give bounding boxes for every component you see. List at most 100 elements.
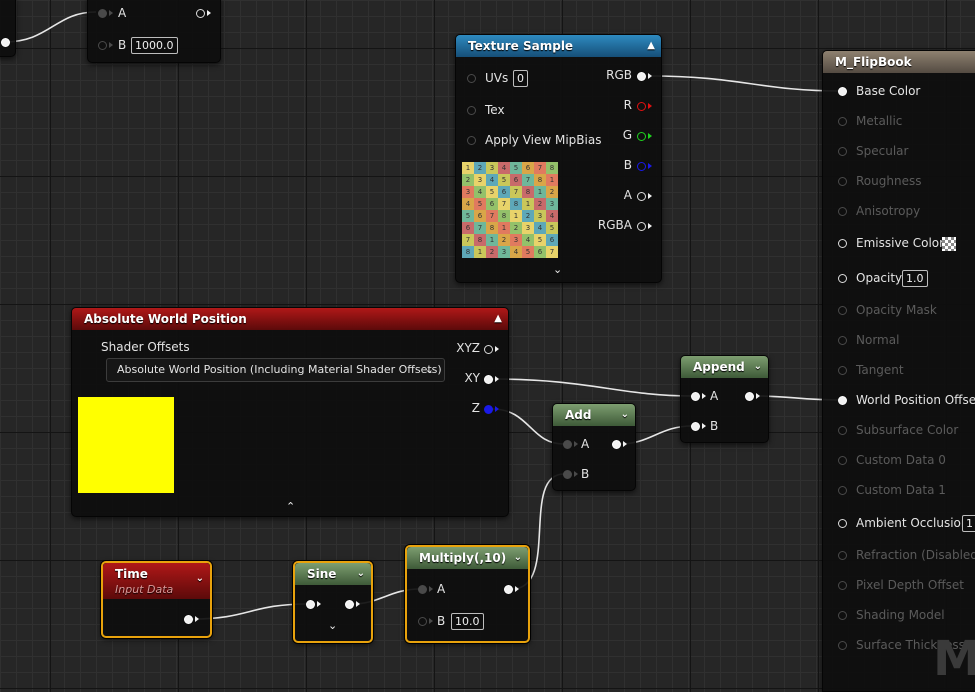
material-input-pin[interactable]: [838, 207, 847, 216]
node-header[interactable]: Multiply(,10) ⌄: [407, 547, 528, 569]
mipbias-input-pin[interactable]: [467, 136, 476, 145]
pin-b-label: B: [581, 467, 590, 481]
shader-offsets-label: Shader Offsets: [101, 340, 190, 354]
output-pin[interactable]: [345, 600, 354, 609]
pin-a-label: A: [710, 389, 719, 403]
material-input-label: Emissive Color: [856, 236, 945, 250]
texture-tile: 3: [486, 162, 498, 174]
pin-b-input[interactable]: [98, 41, 107, 50]
output-pin[interactable]: [504, 585, 513, 594]
expand-chevron-icon[interactable]: ⌄: [553, 263, 562, 276]
sine-node[interactable]: Sine ⌄ ⌄: [293, 561, 373, 643]
material-result-node[interactable]: M_FlipBook Base Color Metallic Specular Rou…: [822, 50, 975, 692]
pin-a-input[interactable]: [691, 392, 700, 401]
material-input-value[interactable]: 1.0: [902, 270, 928, 287]
node-header[interactable]: Append ⌄: [681, 356, 768, 378]
texture-tile: 2: [510, 222, 522, 234]
output-pin[interactable]: [184, 615, 193, 624]
texture-tile: 2: [474, 162, 486, 174]
node-header[interactable]: Add ⌄: [553, 404, 635, 426]
pin-b-label: B: [437, 614, 446, 628]
material-input-pin[interactable]: [838, 581, 847, 590]
texture-tile: 2: [486, 246, 498, 258]
pin-a-input[interactable]: [418, 585, 427, 594]
material-input-pin[interactable]: [838, 611, 847, 620]
output-pin[interactable]: [745, 392, 754, 401]
time-node[interactable]: Time Input Data ⌄: [101, 561, 212, 638]
shader-offsets-dropdown[interactable]: Absolute World Position (Including Mater…: [106, 358, 445, 382]
material-input-label: Ambient Occlusion: [856, 516, 969, 530]
r-output-pin[interactable]: [637, 102, 646, 111]
material-input-pin[interactable]: [838, 486, 847, 495]
material-input-value[interactable]: 1: [962, 515, 975, 532]
texture-tile: 1: [462, 162, 474, 174]
collapse-chevron-icon[interactable]: ▲: [647, 35, 655, 57]
top-left-node[interactable]: A B 1000.0: [87, 0, 221, 63]
material-input-label: Pixel Depth Offset: [856, 578, 964, 592]
absolute-world-position-node[interactable]: Absolute World Position ▲ Shader Offsets…: [71, 307, 509, 517]
material-input-pin[interactable]: [838, 147, 847, 156]
chevron-down-icon[interactable]: ⌄: [514, 547, 522, 569]
chevron-down-icon[interactable]: ⌄: [196, 571, 204, 587]
rgba-output-pin[interactable]: [637, 222, 646, 231]
material-input-pin[interactable]: [838, 87, 847, 96]
color-swatch-icon[interactable]: [942, 237, 956, 251]
chevron-down-icon[interactable]: ⌄: [621, 404, 629, 426]
chevron-down-icon[interactable]: ⌄: [357, 563, 365, 585]
rgb-output-pin[interactable]: [637, 72, 646, 81]
a-output-pin[interactable]: [637, 192, 646, 201]
uvs-input-pin[interactable]: [467, 74, 476, 83]
material-input-pin[interactable]: [838, 551, 847, 560]
material-input-pin[interactable]: [838, 456, 847, 465]
collapse-chevron-icon[interactable]: ⌃: [286, 500, 295, 513]
pin-b-input[interactable]: [691, 422, 700, 431]
input-pin[interactable]: [306, 600, 315, 609]
texture-preview-thumbnail: 1234567823456781345678124567812356781234…: [462, 162, 558, 258]
z-output-pin[interactable]: [484, 405, 493, 414]
material-input-pin[interactable]: [838, 274, 847, 283]
texture-tile: 4: [462, 198, 474, 210]
node-header[interactable]: M_FlipBook: [823, 51, 975, 73]
output-pin[interactable]: [196, 9, 205, 18]
tex-input-pin[interactable]: [467, 106, 476, 115]
material-input-pin[interactable]: [838, 177, 847, 186]
output-pin[interactable]: [1, 38, 10, 47]
pin-a-input[interactable]: [563, 440, 572, 449]
texture-tile: 4: [510, 246, 522, 258]
b-value-field[interactable]: 10.0: [451, 613, 484, 630]
material-input-pin[interactable]: [838, 366, 847, 375]
uvs-value-field[interactable]: 0: [513, 70, 528, 87]
material-input-pin[interactable]: [838, 641, 847, 650]
material-input-pin[interactable]: [838, 336, 847, 345]
material-input-pin[interactable]: [838, 117, 847, 126]
material-input-pin[interactable]: [838, 239, 847, 248]
multiply-node[interactable]: Multiply(,10) ⌄ A B 10.0: [405, 545, 530, 643]
material-input-pin[interactable]: [838, 396, 847, 405]
b-output-pin[interactable]: [637, 162, 646, 171]
collapse-chevron-icon[interactable]: ▲: [494, 308, 502, 330]
material-input-pin[interactable]: [838, 306, 847, 315]
output-pin[interactable]: [612, 440, 621, 449]
pin-b-input[interactable]: [418, 617, 427, 626]
node-header[interactable]: Sine ⌄: [295, 563, 371, 585]
pin-a-input[interactable]: [98, 9, 107, 18]
node-header[interactable]: Time Input Data ⌄: [103, 563, 210, 599]
material-input-label: Subsurface Color: [856, 423, 959, 437]
expand-chevron-icon[interactable]: ⌄: [328, 619, 337, 632]
add-node[interactable]: Add ⌄ A B: [552, 403, 636, 491]
chevron-down-icon[interactable]: ⌄: [754, 356, 762, 378]
node-header[interactable]: Texture Sample ▲: [456, 35, 661, 57]
texture-tile: 6: [486, 198, 498, 210]
b-value-field[interactable]: 1000.0: [131, 37, 178, 54]
append-node[interactable]: Append ⌄ A B: [680, 355, 769, 443]
g-output-pin[interactable]: [637, 132, 646, 141]
material-input-label: World Position Offset: [856, 393, 975, 407]
pin-b-input[interactable]: [563, 470, 572, 479]
material-input-pin[interactable]: [838, 519, 847, 528]
node-header[interactable]: Absolute World Position ▲: [72, 308, 508, 330]
material-input-pin[interactable]: [838, 426, 847, 435]
partial-left-node[interactable]: [0, 0, 16, 57]
xyz-output-pin[interactable]: [484, 345, 493, 354]
xy-output-pin[interactable]: [484, 375, 493, 384]
texture-sample-node[interactable]: Texture Sample ▲ UVs 0 Tex Apply View Mi…: [455, 34, 662, 283]
